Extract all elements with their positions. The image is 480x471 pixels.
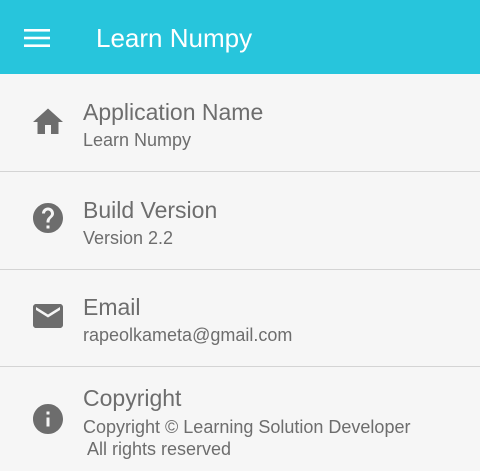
help-circle-icon [30, 200, 66, 236]
app-bar: Learn Numpy [0, 0, 480, 74]
hamburger-menu-icon [24, 29, 50, 47]
menu-button[interactable] [18, 19, 56, 57]
home-icon [30, 104, 66, 140]
row-title: Email [83, 294, 141, 320]
row-title: Application Name [83, 99, 264, 125]
info-row-build-version: Build Version Version 2.2 [0, 172, 480, 269]
info-row-copyright: Copyright Copyright © Learning Solution … [0, 367, 480, 471]
row-title: Copyright [83, 385, 182, 411]
info-circle-icon [30, 401, 66, 437]
info-row-email: Email rapeolkameta@gmail.com [0, 270, 480, 366]
row-value: Learn Numpy [83, 130, 192, 150]
row-value-line2: All rights reserved [83, 439, 232, 459]
app-title: Learn Numpy [96, 23, 253, 53]
row-value: Version 2.2 [83, 228, 174, 248]
mail-icon [30, 298, 66, 334]
row-value: Copyright © Learning Solution Developer [83, 417, 411, 437]
info-row-application-name: Application Name Learn Numpy [0, 74, 480, 171]
row-title: Build Version [83, 197, 218, 223]
row-value: rapeolkameta@gmail.com [83, 325, 293, 345]
